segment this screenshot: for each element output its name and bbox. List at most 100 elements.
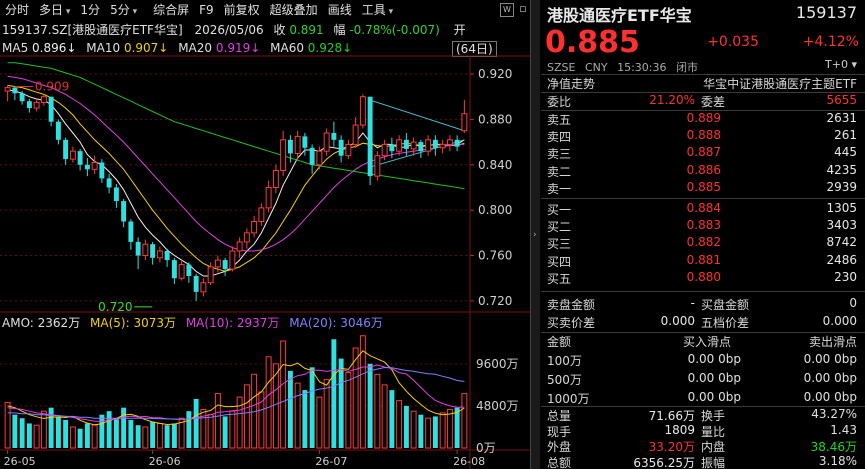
volume-tick-label: 9600万 bbox=[476, 357, 519, 371]
bid-price: 0.880 bbox=[686, 269, 721, 284]
candle-body-up bbox=[381, 143, 388, 157]
bid-label: 买二 bbox=[547, 220, 572, 235]
bid-level[interactable]: 买五 0.880 230 bbox=[541, 270, 865, 287]
market-meta: SZSE CNY 15:30:36 闭市 bbox=[547, 59, 704, 75]
volume-bar-up bbox=[425, 417, 432, 449]
volume-tick-label: 4800万 bbox=[476, 399, 519, 413]
candle-body-down bbox=[121, 201, 127, 222]
ask-level[interactable]: 卖四 0.888 261 bbox=[541, 128, 865, 145]
stat-value: 38.46万 bbox=[810, 440, 857, 454]
bid-level[interactable]: 买四 0.881 2486 bbox=[541, 253, 865, 270]
ask-level[interactable]: 卖五 0.889 2631 bbox=[541, 111, 865, 128]
volume-bar-up bbox=[381, 384, 388, 449]
stat-value: 33.20万 bbox=[648, 440, 695, 454]
security-code: 159137 bbox=[795, 3, 857, 22]
kline-chart[interactable]: 0.920 0.880 0.840 0.800 0.760 0.720 9600万 4800万… bbox=[0, 0, 530, 469]
price-change-pct: +4.12% bbox=[802, 34, 859, 50]
candle-body-down bbox=[150, 244, 156, 258]
bid-level[interactable]: 买三 0.882 8742 bbox=[541, 235, 865, 252]
volume-bar-up bbox=[214, 393, 221, 449]
volume-bar-down bbox=[63, 419, 69, 448]
ask-label: 卖二 bbox=[547, 164, 572, 179]
volume-bar-up bbox=[69, 426, 76, 449]
bid-volume: 2486 bbox=[826, 252, 857, 267]
volume-bar-down bbox=[309, 367, 315, 448]
ask-volume: 2939 bbox=[826, 179, 857, 194]
candle-body-down bbox=[106, 178, 112, 188]
nav-row[interactable]: 净值走势 华宝中证港股通医疗主题ETF bbox=[541, 75, 865, 92]
bid-volume: 3403 bbox=[826, 218, 857, 233]
price-change: +0.035 bbox=[707, 34, 759, 50]
candle-body-up bbox=[214, 259, 221, 268]
price-tick-label: 0.880 bbox=[478, 112, 512, 126]
t0-dropdown[interactable]: T+0 ▾ bbox=[825, 58, 857, 71]
candle-body-down bbox=[287, 139, 293, 154]
wb-value: 21.20% bbox=[649, 93, 695, 107]
nav-link[interactable]: 净值走势 bbox=[547, 75, 595, 92]
candle-body-up bbox=[280, 139, 287, 171]
stat-label: 总量 bbox=[547, 409, 572, 423]
candle-body-down bbox=[48, 96, 54, 122]
candle-body-up bbox=[446, 139, 453, 145]
volume-bar-up bbox=[323, 379, 330, 449]
date-tick-label: 26-05 bbox=[4, 455, 36, 468]
candle-body-down bbox=[12, 87, 18, 94]
volume-bar-up bbox=[294, 382, 301, 449]
wc-label: 委差 bbox=[701, 95, 726, 109]
annotation-label: 0.720 bbox=[98, 300, 132, 314]
volume-bar-down bbox=[338, 358, 344, 448]
candle-body-down bbox=[135, 241, 141, 256]
candle-body-up bbox=[33, 101, 40, 109]
slip-buy: 0.00 0bp bbox=[687, 371, 741, 385]
volume-bar-down bbox=[222, 416, 228, 448]
slip-sell: 0.00 0bp bbox=[803, 371, 857, 385]
candle-body-down bbox=[193, 275, 199, 292]
price-tick-label: 0.760 bbox=[478, 249, 512, 263]
stat-value: 1809 bbox=[664, 422, 695, 437]
ask-level[interactable]: 卖一 0.885 2939 bbox=[541, 180, 865, 197]
volume-ma-line bbox=[7, 366, 465, 420]
five-spread-label: 五档价差 bbox=[701, 316, 750, 330]
panel-splitter[interactable]: › bbox=[530, 0, 540, 469]
candle-body-down bbox=[128, 221, 134, 242]
collapse-arrow-icon[interactable]: › bbox=[533, 230, 537, 240]
ask-price: 0.886 bbox=[686, 162, 721, 177]
ask-level[interactable]: 卖三 0.887 445 bbox=[541, 145, 865, 162]
bid-price: 0.883 bbox=[686, 218, 721, 233]
slip-amount: 1000万 bbox=[547, 392, 590, 406]
candle-body-up bbox=[359, 96, 366, 126]
candle-body-up bbox=[236, 241, 243, 252]
quote-panel: 港股通医疗ETF华宝 159137 0.885 +0.035 +4.12% SZ… bbox=[541, 0, 865, 469]
candle-body-up bbox=[156, 250, 163, 259]
spread-label: 买卖价差 bbox=[547, 316, 596, 330]
stat-row: 现手 1809 量比 1.43 bbox=[541, 423, 865, 440]
volume-bar-down bbox=[55, 416, 61, 448]
volume-bar-down bbox=[287, 370, 293, 448]
candle-body-up bbox=[178, 264, 185, 279]
bid-price: 0.884 bbox=[686, 201, 721, 215]
bid-label: 买四 bbox=[547, 254, 572, 269]
amount-row: 卖盘金额 - 买盘金额 0 bbox=[541, 296, 865, 313]
slip-head-row: 金额 买入滑点 卖出滑点 bbox=[541, 333, 865, 350]
spread-value: 0.000 bbox=[660, 314, 695, 328]
candle-body-down bbox=[113, 187, 119, 202]
candle-body-down bbox=[77, 151, 83, 165]
slip-row: 500万 0.00 0bp 0.00 0bp bbox=[541, 371, 865, 388]
volume-bar-up bbox=[446, 408, 453, 449]
volume-bar-up bbox=[410, 410, 417, 449]
bid-level[interactable]: 买一 0.884 1305 bbox=[541, 201, 865, 218]
candle-body-up bbox=[251, 221, 258, 234]
volume-bar-down bbox=[26, 423, 32, 448]
candle-body-down bbox=[432, 139, 438, 148]
candle-body-up bbox=[91, 162, 98, 170]
date-tick-label: 26-08 bbox=[453, 455, 485, 468]
candle-body-up bbox=[258, 207, 265, 223]
candle-body-up bbox=[272, 169, 279, 188]
bid-label: 买五 bbox=[547, 271, 572, 286]
slip-amount: 500万 bbox=[547, 373, 582, 387]
volume-bar-up bbox=[316, 396, 323, 449]
volume-bar-up bbox=[91, 424, 98, 449]
ask-level[interactable]: 卖二 0.886 4235 bbox=[541, 163, 865, 180]
bid-level[interactable]: 买二 0.883 3403 bbox=[541, 218, 865, 235]
divider bbox=[541, 291, 865, 292]
